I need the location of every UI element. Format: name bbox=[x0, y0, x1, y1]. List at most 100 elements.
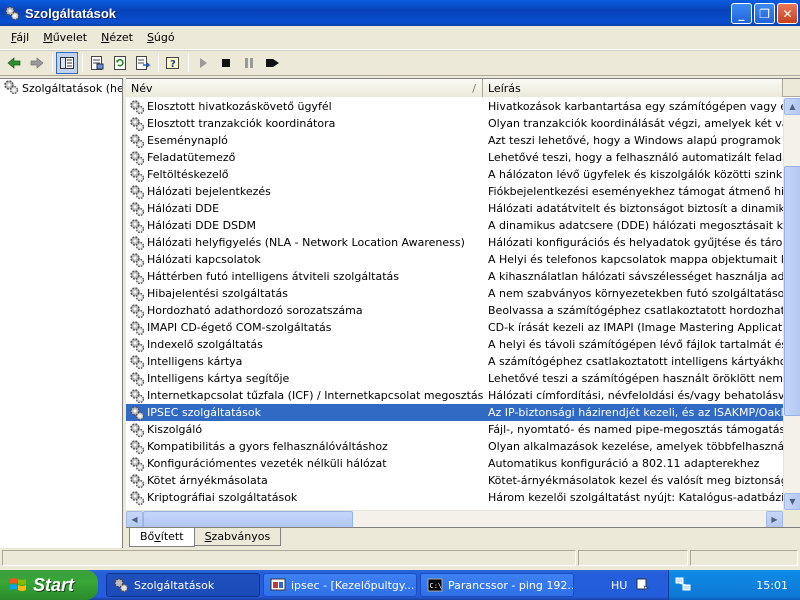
service-name-cell[interactable]: IPSEC szolgáltatások bbox=[126, 404, 483, 421]
service-row[interactable]: Intelligens kártya A számítógéphez csatla… bbox=[126, 353, 783, 370]
menu-view[interactable]: Nézet bbox=[94, 31, 140, 44]
service-name: Feltöltéskezelő bbox=[147, 168, 229, 181]
service-gear-icon bbox=[129, 405, 145, 421]
column-header-name[interactable]: Név / bbox=[126, 79, 483, 97]
service-name-cell[interactable]: Internetkapcsolat tűzfala (ICF) / Intern… bbox=[126, 388, 483, 404]
service-row[interactable]: Indexelő szolgáltatás A helyi és távoli s… bbox=[126, 336, 783, 353]
service-name-cell[interactable]: Hibajelentési szolgáltatás bbox=[126, 286, 483, 302]
start-service-icon[interactable] bbox=[192, 52, 214, 74]
service-gear-icon bbox=[129, 116, 145, 132]
tree-node-services-local[interactable]: Szolgáltatások (helyi) bbox=[0, 79, 122, 97]
help-icon[interactable]: ? bbox=[162, 52, 184, 74]
language-indicator[interactable]: HU bbox=[611, 570, 650, 600]
service-name-cell[interactable]: Hordozható adathordozó sorozatszáma bbox=[126, 303, 483, 319]
service-row[interactable]: Háttérben futó intelligens átviteli szol… bbox=[126, 268, 783, 285]
service-row[interactable]: IPSEC szolgáltatások Az IP-biztonsági ház… bbox=[126, 404, 783, 421]
service-name-cell[interactable]: Hálózati helyfigyelés (NLA - Network Loc… bbox=[126, 235, 483, 251]
menu-file[interactable]: Fájl bbox=[4, 31, 36, 44]
service-row[interactable]: Hálózati kapcsolatok A Helyi és telefonos… bbox=[126, 251, 783, 268]
service-row[interactable]: Hibajelentési szolgáltatás A nem szabvány… bbox=[126, 285, 783, 302]
service-row[interactable]: IMAPI CD-égető COM-szolgáltatás CD-k írás… bbox=[126, 319, 783, 336]
service-name-cell[interactable]: Kriptográfiai szolgáltatások bbox=[126, 490, 483, 506]
service-row[interactable]: Intelligens kártya segítője Lehetővé tesz… bbox=[126, 370, 783, 387]
scroll-right-button[interactable]: ▶ bbox=[766, 511, 783, 528]
console-tree: Szolgáltatások (helyi) bbox=[0, 78, 123, 548]
service-name-cell[interactable]: Hálózati DDE DSDM bbox=[126, 218, 483, 234]
close-button[interactable]: ✕ bbox=[777, 3, 798, 24]
service-description: Lehetővé teszi, hogy a felhasználó autom… bbox=[488, 151, 783, 164]
scroll-left-button[interactable]: ◀ bbox=[126, 511, 143, 528]
service-name-cell[interactable]: Elosztott tranzakciók koordinátora bbox=[126, 116, 483, 132]
tab-extended[interactable]: Bővített bbox=[129, 528, 195, 547]
services-list: Elosztott hivatkozáskövető ügyfél Hivatko… bbox=[126, 98, 783, 510]
service-row[interactable]: Hálózati helyfigyelés (NLA - Network Loc… bbox=[126, 234, 783, 251]
vertical-scrollbar[interactable]: ▲ ▼ bbox=[783, 98, 800, 510]
service-row[interactable]: Hordozható adathordozó sorozatszáma Beolv… bbox=[126, 302, 783, 319]
minimize-button[interactable]: _ bbox=[731, 3, 752, 24]
service-row[interactable]: Hálózati DDE DSDM A dinamikus adatcsere (… bbox=[126, 217, 783, 234]
clock[interactable]: 15:01 bbox=[756, 579, 788, 592]
stop-service-icon[interactable] bbox=[215, 52, 237, 74]
show-hide-tree-icon[interactable] bbox=[56, 52, 78, 74]
export-list-icon[interactable] bbox=[132, 52, 154, 74]
scroll-down-button[interactable]: ▼ bbox=[784, 493, 800, 510]
service-name: Elosztott hivatkozáskövető ügyfél bbox=[147, 100, 332, 113]
horizontal-scrollbar[interactable]: ◀ ▶ bbox=[126, 510, 783, 528]
service-name-cell[interactable]: Indexelő szolgáltatás bbox=[126, 337, 483, 353]
service-name-cell[interactable]: Hálózati kapcsolatok bbox=[126, 252, 483, 268]
back-icon[interactable] bbox=[3, 52, 25, 74]
service-row[interactable]: Elosztott hivatkozáskövető ügyfél Hivatko… bbox=[126, 98, 783, 115]
service-name-cell[interactable]: Feltöltéskezelő bbox=[126, 167, 483, 183]
pause-service-icon[interactable] bbox=[238, 52, 260, 74]
service-row[interactable]: Feladatütemező Lehetővé teszi, hogy a fel… bbox=[126, 149, 783, 166]
horizontal-scroll-thumb[interactable] bbox=[143, 511, 353, 528]
service-name-cell[interactable]: IMAPI CD-égető COM-szolgáltatás bbox=[126, 320, 483, 336]
service-row[interactable]: Kiszolgáló Fájl-, nyomtató- és named pipe… bbox=[126, 421, 783, 438]
service-row[interactable]: Eseménynapló Azt teszi lehetővé, hogy a W… bbox=[126, 132, 783, 149]
service-row[interactable]: Elosztott tranzakciók koordinátora Olyan … bbox=[126, 115, 783, 132]
service-row[interactable]: Feltöltéskezelő A hálózaton lévő ügyfelek… bbox=[126, 166, 783, 183]
service-name-cell[interactable]: Háttérben futó intelligens átviteli szol… bbox=[126, 269, 483, 285]
service-description: Hálózati konfigurációs és helyadatok gyű… bbox=[488, 236, 783, 249]
refresh-icon[interactable] bbox=[109, 52, 131, 74]
service-name-cell[interactable]: Kompatibilitás a gyors felhasználóváltás… bbox=[126, 439, 483, 455]
service-row[interactable]: Kompatibilitás a gyors felhasználóváltás… bbox=[126, 438, 783, 455]
service-row[interactable]: Internetkapcsolat tűzfala (ICF) / Intern… bbox=[126, 387, 783, 404]
service-row[interactable]: Kriptográfiai szolgáltatások Három kezelő… bbox=[126, 489, 783, 506]
scroll-up-button[interactable]: ▲ bbox=[784, 98, 800, 115]
service-name-cell[interactable]: Kiszolgáló bbox=[126, 422, 483, 438]
taskbar-button-services[interactable]: Szolgáltatások bbox=[106, 573, 260, 597]
maximize-button[interactable]: ❐ bbox=[754, 3, 775, 24]
keyboard-icon[interactable] bbox=[635, 577, 650, 594]
menu-action[interactable]: Művelet bbox=[36, 31, 94, 44]
tab-standard[interactable]: Szabványos bbox=[193, 528, 282, 546]
taskbar-button-mmc[interactable]: ipsec - [Kezelőpultgy... bbox=[263, 573, 417, 597]
window-title: Szolgáltatások bbox=[25, 5, 117, 21]
service-name: Feladatütemező bbox=[147, 151, 236, 164]
service-row[interactable]: Kötet árnyékmásolata Kötet-árnyékmásolato… bbox=[126, 472, 783, 489]
service-name-cell[interactable]: Hálózati DDE bbox=[126, 201, 483, 217]
column-header-description[interactable]: Leírás bbox=[483, 79, 783, 97]
service-name-cell[interactable]: Intelligens kártya segítője bbox=[126, 371, 483, 387]
restart-service-icon[interactable] bbox=[261, 52, 283, 74]
service-name-cell[interactable]: Hálózati bejelentkezés bbox=[126, 184, 483, 200]
service-name-cell[interactable]: Elosztott hivatkozáskövető ügyfél bbox=[126, 99, 483, 115]
properties-icon[interactable] bbox=[86, 52, 108, 74]
service-name-cell[interactable]: Kötet árnyékmásolata bbox=[126, 473, 483, 489]
service-description: A kihasználatlan hálózati sávszélességet… bbox=[488, 270, 783, 283]
network-icon[interactable] bbox=[675, 576, 691, 595]
service-name: Intelligens kártya bbox=[147, 355, 243, 368]
taskbar-button-command-prompt[interactable]: C:\ Parancssor - ping 192.... bbox=[420, 573, 574, 597]
service-name-cell[interactable]: Intelligens kártya bbox=[126, 354, 483, 370]
forward-icon[interactable] bbox=[26, 52, 48, 74]
service-name-cell[interactable]: Feladatütemező bbox=[126, 150, 483, 166]
service-name-cell[interactable]: Eseménynapló bbox=[126, 133, 483, 149]
title-bar[interactable]: Szolgáltatások _ ❐ ✕ bbox=[0, 0, 800, 26]
menu-help[interactable]: Súgó bbox=[140, 31, 182, 44]
start-button[interactable]: Start bbox=[0, 570, 98, 600]
service-row[interactable]: Hálózati bejelentkezés Fiókbejelentkezési… bbox=[126, 183, 783, 200]
vertical-scroll-thumb[interactable] bbox=[784, 166, 800, 416]
service-name-cell[interactable]: Konfigurációmentes vezeték nélküli hálóz… bbox=[126, 456, 483, 472]
service-row[interactable]: Konfigurációmentes vezeték nélküli hálóz… bbox=[126, 455, 783, 472]
service-row[interactable]: Hálózati DDE Hálózati adatátvitelt és biz… bbox=[126, 200, 783, 217]
